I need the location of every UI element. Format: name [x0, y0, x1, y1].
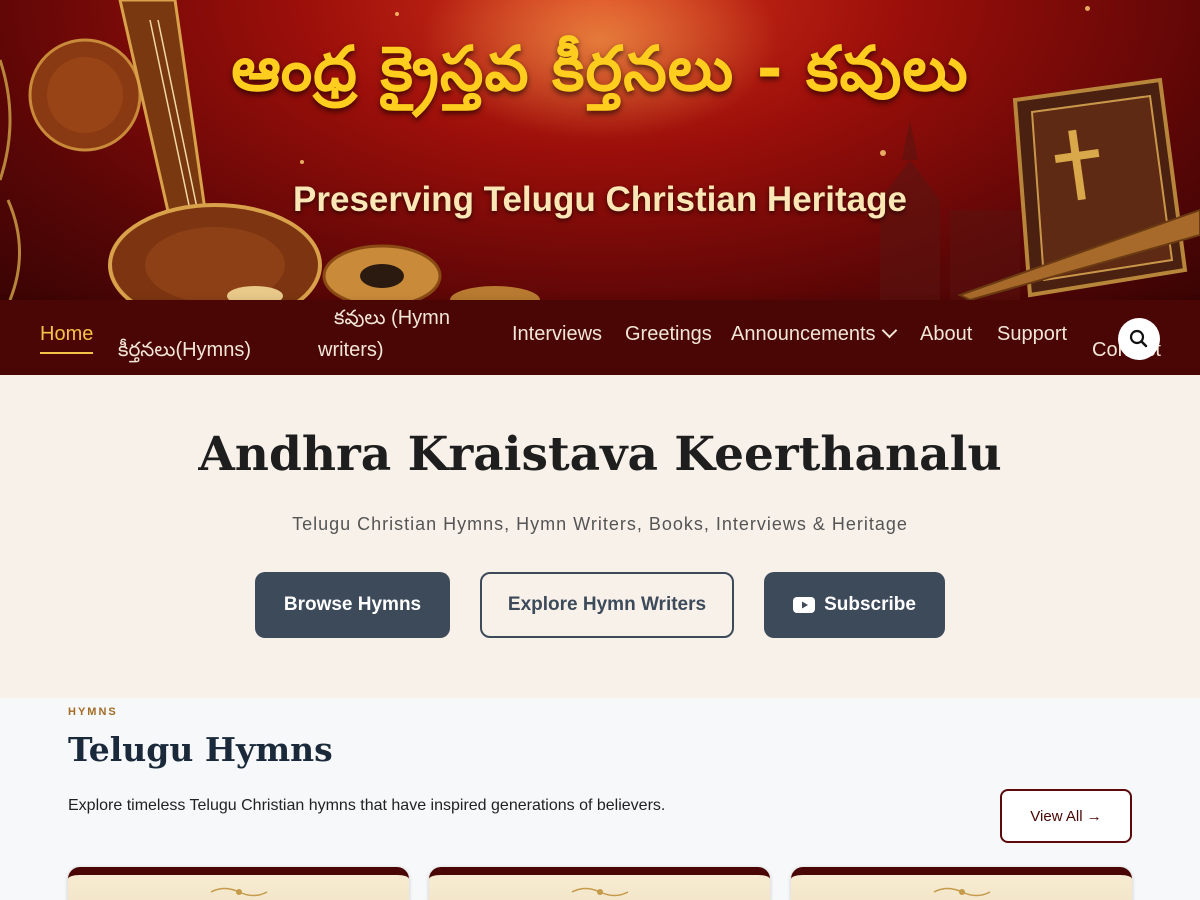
ornament-icon	[210, 887, 267, 897]
search-button[interactable]	[1118, 318, 1160, 360]
nav-announcements[interactable]: Announcements	[731, 318, 897, 350]
subscribe-button[interactable]: Subscribe	[764, 572, 945, 638]
section-kicker: HYMNS	[68, 706, 118, 718]
tabla-illustration	[322, 244, 540, 300]
nav-support[interactable]: Support	[997, 318, 1067, 350]
hero-banner: ఆంధ్ర క్రైస్తవ కీర్తనలు - కవులు Preservi…	[0, 0, 1200, 300]
nav-about[interactable]: About	[920, 318, 972, 350]
search-icon	[1129, 329, 1148, 348]
hymn-card[interactable]	[791, 867, 1132, 900]
nav-hymns[interactable]: కీర్తనలు(Hymns)	[118, 334, 251, 366]
intro-section: Andhra Kraistava Keerthanalu Telugu Chri…	[0, 375, 1200, 698]
page-title: Andhra Kraistava Keerthanalu	[198, 427, 1002, 482]
hymn-card[interactable]	[429, 867, 770, 900]
section-title: Telugu Hymns	[68, 730, 333, 769]
browse-hymns-label: Browse Hymns	[283, 594, 422, 615]
nav-home[interactable]: Home	[40, 318, 94, 354]
section-description: Explore timeless Telugu Christian hymns …	[68, 797, 666, 814]
nav-announcements-label: Announcements	[731, 323, 876, 345]
hymn-card[interactable]	[68, 867, 409, 900]
main-navbar: Home కీర్తనలు(Hymns) కవులు (Hymn writers…	[0, 300, 1200, 375]
subscribe-label: Subscribe	[824, 594, 916, 615]
view-all-button[interactable]: View All →	[1000, 789, 1132, 843]
explore-hymn-writers-label: Explore Hymn Writers	[507, 594, 707, 615]
site-tagline: Preserving Telugu Christian Heritage	[293, 180, 907, 219]
ornament-icon	[933, 887, 990, 897]
browse-hymns-button[interactable]: Browse Hymns	[255, 572, 450, 638]
nav-interviews[interactable]: Interviews	[512, 318, 602, 350]
explore-hymn-writers-button[interactable]: Explore Hymn Writers	[480, 572, 734, 638]
site-title-telugu: ఆంధ్ర క్రైస్తవ కీర్తనలు - కవులు	[231, 32, 969, 105]
ornament-icon	[571, 887, 628, 897]
nav-hymn-writers-line2[interactable]: writers)	[318, 334, 384, 366]
nav-greetings[interactable]: Greetings	[625, 318, 712, 350]
chevron-down-icon	[881, 322, 897, 339]
page-subtitle: Telugu Christian Hymns, Hymn Writers, Bo…	[292, 514, 908, 534]
nav-hymn-writers[interactable]: కవులు (Hymn	[334, 302, 450, 334]
youtube-icon	[793, 597, 816, 613]
